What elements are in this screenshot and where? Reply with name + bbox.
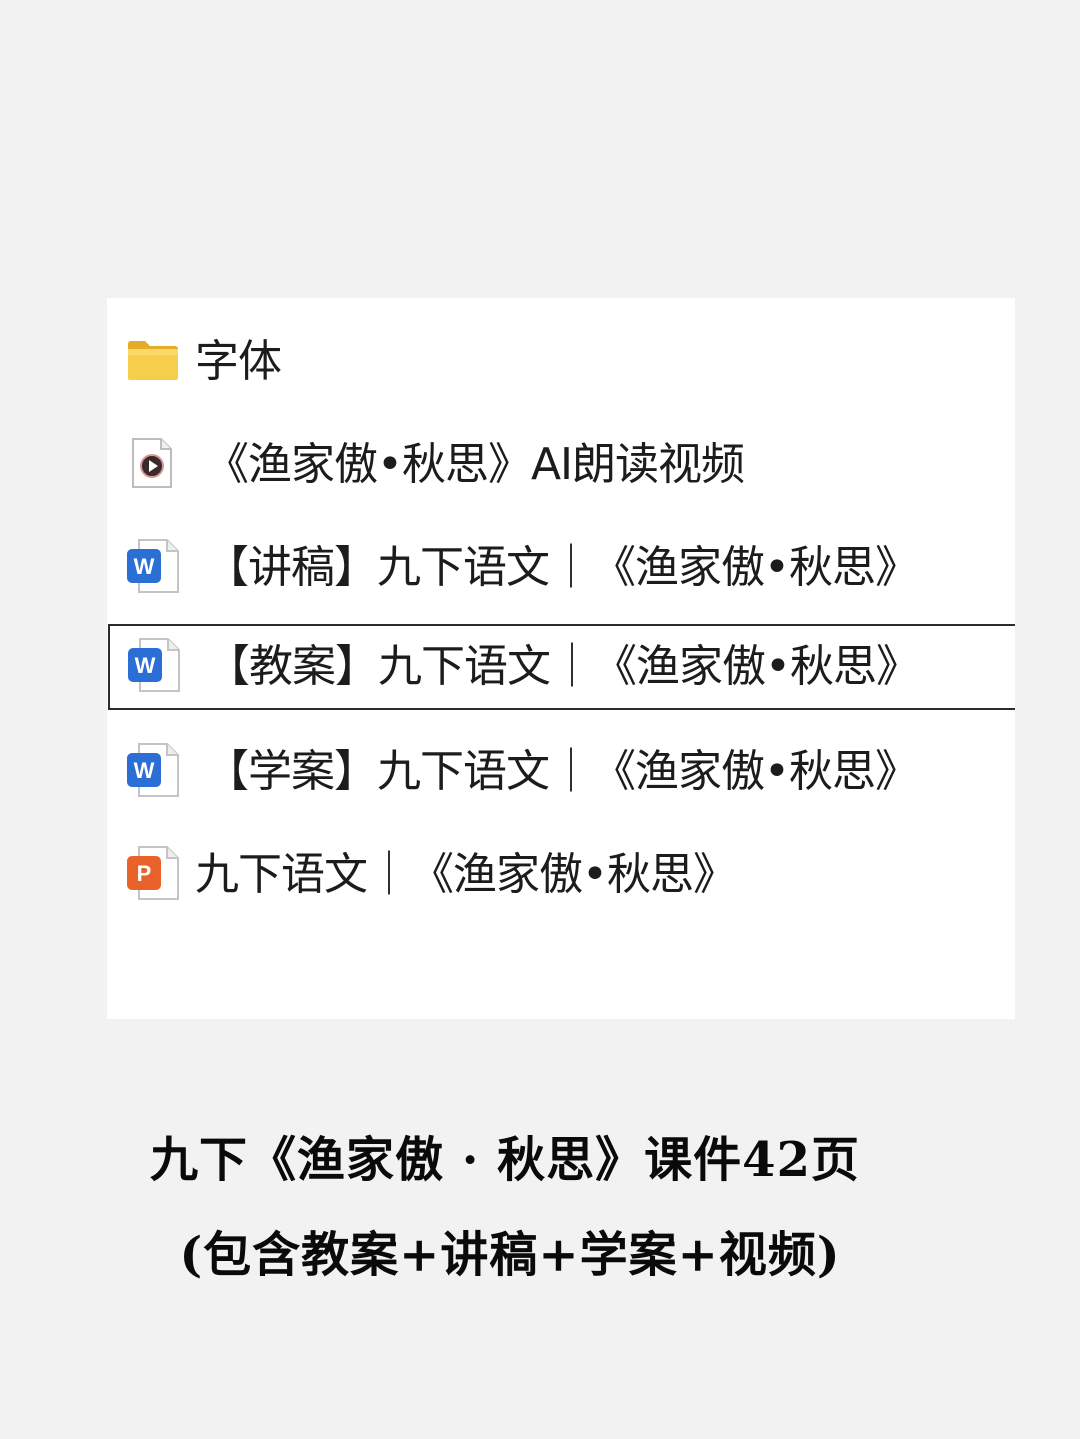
svg-text:P: P [137, 861, 152, 886]
file-row-word-jiaoan[interactable]: W 【教案】九下语文｜《渔家傲•秋思》 [108, 624, 1015, 710]
file-name: 【学案】九下语文｜《渔家傲•秋思》 [205, 746, 919, 797]
file-row-word-jianggao[interactable]: W 【讲稿】九下语文｜《渔家傲•秋思》 [107, 525, 1015, 611]
caption-subtitle: (包含教案+讲稿+学案+视频) [179, 1227, 841, 1283]
file-row-video[interactable]: 《渔家傲•秋思》AI朗读视频 [107, 422, 1015, 508]
svg-text:W: W [135, 653, 156, 678]
caption-title: 九下《渔家傲 · 秋思》课件42页 [150, 1132, 860, 1188]
file-name: 字体 [195, 336, 282, 387]
word-doc-icon: W [125, 741, 181, 803]
video-file-icon [131, 437, 173, 493]
file-name: 《渔家傲•秋思》AI朗读视频 [205, 439, 745, 490]
file-name: 【讲稿】九下语文｜《渔家傲•秋思》 [205, 542, 919, 593]
file-row-folder-fonts[interactable]: 字体 [107, 319, 1015, 405]
file-row-powerpoint[interactable]: P 九下语文｜《渔家傲•秋思》 [107, 832, 1015, 918]
powerpoint-doc-icon: P [125, 844, 181, 906]
word-doc-icon: W [125, 537, 181, 599]
file-row-word-xuean[interactable]: W 【学案】九下语文｜《渔家傲•秋思》 [107, 729, 1015, 815]
svg-text:W: W [134, 554, 155, 579]
file-name: 九下语文｜《渔家傲•秋思》 [195, 849, 737, 900]
file-name: 【教案】九下语文｜《渔家傲•秋思》 [206, 641, 920, 692]
folder-icon [126, 338, 180, 386]
svg-text:W: W [134, 758, 155, 783]
word-doc-icon: W [126, 636, 182, 698]
file-list-panel: 字体 《渔家傲•秋思》AI朗读视频 W 【讲稿】九下语文｜《渔家傲•秋思》 W … [107, 298, 1015, 1019]
